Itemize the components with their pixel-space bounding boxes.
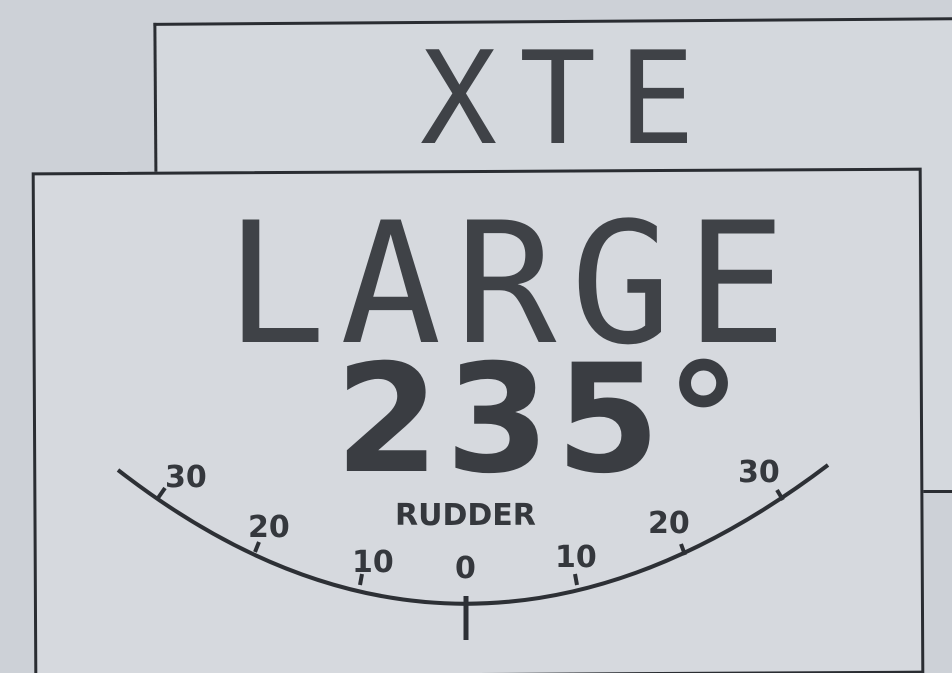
lcd-display-scene: XTE LARGE 235° 30 20 10 0 10 20 30 RUDDE…	[0, 0, 952, 673]
scale-label-center-0: 0	[455, 551, 476, 586]
rudder-title: RUDDER	[395, 498, 536, 533]
scale-label-right-10: 10	[555, 540, 597, 575]
tick-left-30	[156, 486, 167, 500]
scale-label-left-10: 10	[352, 545, 394, 580]
rudder-angle-indicator: 30 20 10 0 10 20 30 RUDDER	[116, 455, 830, 640]
scale-label-right-30: 30	[738, 455, 780, 490]
tick-right-10	[573, 573, 579, 586]
scale-label-left-20: 20	[248, 510, 290, 545]
scale-label-left-30: 30	[165, 460, 207, 495]
scale-label-right-20: 20	[648, 506, 690, 541]
